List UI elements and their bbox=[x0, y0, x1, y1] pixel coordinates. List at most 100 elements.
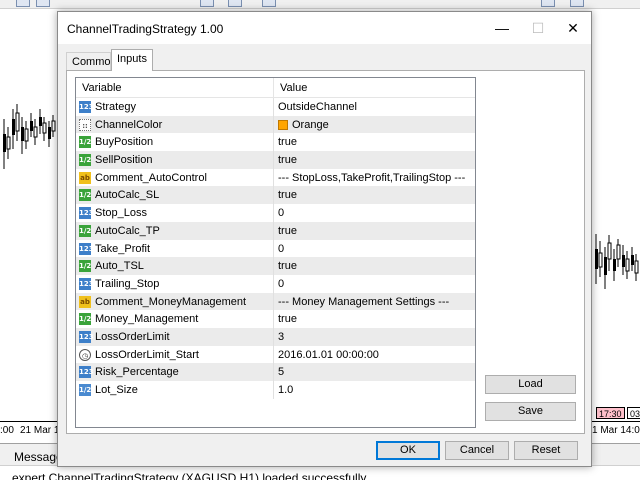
variable-value[interactable]: true bbox=[278, 186, 297, 204]
column-header-value[interactable]: Value bbox=[274, 78, 475, 98]
table-row[interactable]: 1/2 AutoCalc_TP true bbox=[76, 221, 475, 240]
save-button[interactable]: Save bbox=[485, 402, 576, 421]
variable-name: SellPosition bbox=[95, 154, 153, 167]
num-type-icon: 123 bbox=[79, 207, 94, 220]
variable-value[interactable]: true bbox=[278, 222, 297, 240]
panel-column-message[interactable]: Message bbox=[14, 450, 63, 464]
table-row[interactable]: ◷ LossOrderLimit_Start 2016.01.01 00:00:00 bbox=[76, 345, 475, 364]
column-divider bbox=[273, 257, 274, 275]
table-row[interactable]: 1/2 Lot_Size 1.0 bbox=[76, 381, 475, 399]
close-icon[interactable]: ✕ bbox=[555, 12, 591, 44]
bool-type-icon: 1/2 bbox=[79, 154, 92, 167]
toolbar-icon[interactable] bbox=[16, 0, 30, 7]
column-divider bbox=[273, 381, 274, 399]
load-button[interactable]: Load bbox=[485, 375, 576, 394]
grid-header: Variable Value bbox=[76, 78, 475, 98]
variable-name: Stop_Loss bbox=[95, 207, 147, 220]
reset-button[interactable]: Reset bbox=[514, 441, 578, 460]
column-divider bbox=[273, 345, 274, 364]
table-row[interactable]: 123 Risk_Percentage 5 bbox=[76, 363, 475, 381]
clr-type-icon: :: bbox=[79, 118, 91, 131]
column-divider bbox=[273, 115, 274, 134]
table-row[interactable]: :: ChannelColor Orange bbox=[76, 115, 475, 134]
variable-value[interactable]: true bbox=[278, 151, 297, 169]
inputs-grid: Variable Value 123 Strategy OutsideChannel… bbox=[75, 77, 476, 428]
variable-value[interactable]: 5 bbox=[278, 363, 284, 381]
column-divider bbox=[273, 98, 274, 116]
bool-type-icon: 1/2 bbox=[79, 189, 92, 202]
variable-name: AutoCalc_TP bbox=[95, 224, 160, 237]
axis-label: :00 bbox=[0, 425, 14, 436]
cancel-button[interactable]: Cancel bbox=[445, 441, 509, 460]
table-row[interactable]: ab Comment_MoneyManagement --- Money Manag… bbox=[76, 292, 475, 311]
dt-type-icon: ◷ bbox=[79, 348, 91, 361]
column-divider bbox=[273, 151, 274, 169]
variable-value[interactable]: 3 bbox=[278, 328, 284, 346]
column-divider bbox=[273, 239, 274, 258]
bool-type-icon: 1/2 bbox=[79, 136, 92, 149]
variable-name: Auto_TSL bbox=[95, 260, 144, 273]
variable-value[interactable]: 1.0 bbox=[278, 381, 293, 399]
column-divider bbox=[273, 274, 274, 293]
variable-name: Comment_MoneyManagement bbox=[95, 295, 247, 308]
table-row[interactable]: 123 Take_Profit 0 bbox=[76, 239, 475, 258]
maximize-icon: ☐ bbox=[531, 20, 545, 36]
column-divider bbox=[273, 204, 274, 222]
column-header-variable[interactable]: Variable bbox=[76, 78, 274, 98]
variable-value[interactable]: OutsideChannel bbox=[278, 98, 357, 116]
toolbar-icon[interactable] bbox=[570, 0, 584, 7]
bool-type-icon: 1/2 bbox=[79, 260, 92, 273]
table-row[interactable]: 123 Strategy OutsideChannel bbox=[76, 98, 475, 116]
num-type-icon: 123 bbox=[79, 366, 94, 379]
variable-value[interactable]: 0 bbox=[278, 275, 284, 293]
variable-name: LossOrderLimit bbox=[95, 330, 170, 343]
table-row[interactable]: 1/2 AutoCalc_SL true bbox=[76, 186, 475, 205]
table-row[interactable]: ab Comment_AutoControl --- StopLoss,TakePr… bbox=[76, 168, 475, 187]
dbl-type-icon: 1/2 bbox=[79, 384, 92, 396]
num-type-icon: 123 bbox=[79, 242, 94, 255]
tab-inputs[interactable]: Inputs bbox=[111, 49, 153, 71]
axis-label: 1 Mar 14:00 bbox=[592, 425, 640, 436]
bool-type-icon: 1/2 bbox=[79, 224, 92, 237]
toolbar-icon[interactable] bbox=[228, 0, 242, 7]
grid-body: 123 Strategy OutsideChannel:: ChannelColor O… bbox=[76, 98, 475, 399]
variable-name: Comment_AutoControl bbox=[95, 171, 207, 184]
str-type-icon: ab bbox=[79, 171, 91, 184]
variable-name: Strategy bbox=[95, 101, 136, 113]
dialog-titlebar[interactable]: ChannelTradingStrategy 1.00 — ☐ ✕ bbox=[58, 12, 591, 44]
table-row[interactable]: 1/2 Auto_TSL true bbox=[76, 257, 475, 275]
column-divider bbox=[273, 310, 274, 328]
variable-value[interactable]: 0 bbox=[278, 204, 284, 222]
variable-value[interactable]: true bbox=[278, 257, 297, 275]
variable-name: LossOrderLimit_Start bbox=[95, 348, 199, 361]
variable-value[interactable]: 2016.01.01 00:00:00 bbox=[278, 346, 379, 364]
toolbar-icon[interactable] bbox=[200, 0, 214, 7]
minimize-icon[interactable]: — bbox=[484, 12, 520, 44]
table-row[interactable]: 1/2 Money_Management true bbox=[76, 310, 475, 328]
table-row[interactable]: 123 LossOrderLimit 3 bbox=[76, 327, 475, 346]
variable-value[interactable]: true bbox=[278, 310, 297, 328]
ok-button[interactable]: OK bbox=[376, 441, 440, 460]
variable-name: Lot_Size bbox=[95, 384, 138, 396]
toolbar-icon[interactable] bbox=[262, 0, 276, 7]
tab-common[interactable]: Common bbox=[66, 52, 117, 71]
variable-name: Trailing_Stop bbox=[95, 277, 160, 290]
variable-name: BuyPosition bbox=[95, 136, 154, 149]
variable-value[interactable]: true bbox=[278, 133, 297, 151]
variable-name: ChannelColor bbox=[95, 118, 163, 131]
table-row[interactable]: 1/2 BuyPosition true bbox=[76, 133, 475, 152]
toolbar-icon[interactable] bbox=[541, 0, 555, 7]
journal-message: expert ChannelTradingStrategy (XAGUSD,H1… bbox=[12, 471, 367, 480]
table-row[interactable]: 1/2 SellPosition true bbox=[76, 151, 475, 169]
variable-value[interactable]: --- Money Management Settings --- bbox=[278, 293, 449, 311]
variable-value[interactable]: Orange bbox=[292, 116, 329, 134]
table-row[interactable]: 123 Trailing_Stop 0 bbox=[76, 274, 475, 293]
variable-value[interactable]: --- StopLoss,TakeProfit,TrailingStop --- bbox=[278, 169, 465, 187]
str-type-icon: ab bbox=[79, 295, 91, 308]
variable-name: Risk_Percentage bbox=[95, 366, 179, 379]
toolbar-icon[interactable] bbox=[36, 0, 50, 7]
dialog-title: ChannelTradingStrategy 1.00 bbox=[67, 22, 224, 36]
column-divider bbox=[273, 186, 274, 205]
table-row[interactable]: 123 Stop_Loss 0 bbox=[76, 204, 475, 222]
variable-value[interactable]: 0 bbox=[278, 240, 284, 258]
